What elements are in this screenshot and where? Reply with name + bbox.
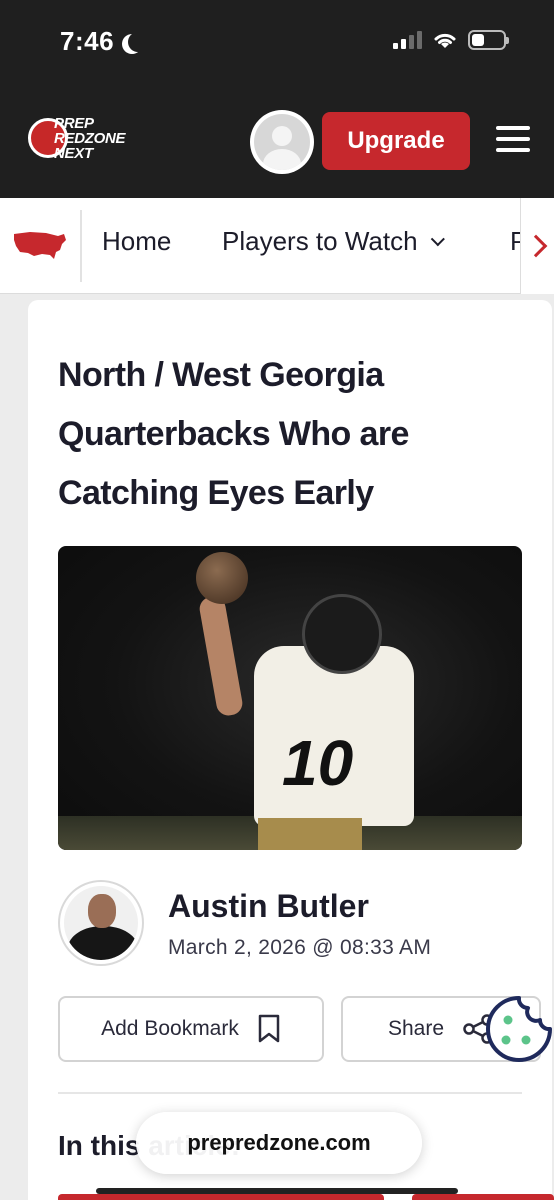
article-card: North / West Georgia Quarterbacks Who ar…: [28, 300, 552, 1200]
logo-line-prep: PREP: [54, 115, 94, 132]
category-nav: Home Players to Watch P: [0, 198, 554, 294]
logo-line-redzone: REDZONE: [54, 130, 126, 147]
football-image: [196, 552, 248, 604]
nav-item-home[interactable]: Home: [102, 226, 171, 257]
bookmark-icon: [258, 1014, 280, 1043]
site-header: PREP REDZONE NEXT Upgrade: [0, 88, 554, 198]
jersey-number: 10: [282, 727, 354, 799]
user-silhouette-icon: [254, 114, 310, 170]
publish-date: March 2, 2026 @ 08:33 AM: [168, 936, 432, 959]
nav-divider: [80, 210, 82, 282]
add-bookmark-button[interactable]: Add Bookmark: [58, 996, 324, 1062]
status-time: 7:46: [60, 26, 138, 57]
wifi-icon: [434, 33, 456, 48]
divider: [58, 1092, 522, 1094]
bookmark-label: Add Bookmark: [101, 1017, 239, 1040]
bottom-red-bar-right: [412, 1194, 554, 1200]
hamburger-menu-icon[interactable]: [496, 122, 530, 156]
chevron-right-icon: [524, 234, 547, 258]
nav-scroll-right-button[interactable]: [520, 198, 554, 294]
cookie-settings-icon[interactable]: [484, 994, 554, 1064]
moon-icon: [128, 32, 148, 52]
article-title: North / West Georgia Quarterbacks Who ar…: [58, 356, 409, 512]
nav-item-label: Players to Watch: [222, 226, 418, 256]
chevron-down-icon: [430, 231, 445, 246]
home-indicator[interactable]: [96, 1188, 458, 1194]
status-icons: [393, 30, 509, 50]
bottom-red-bar: [58, 1194, 384, 1200]
nav-item-players-to-watch[interactable]: Players to Watch: [222, 226, 445, 257]
battery-icon: [468, 30, 509, 50]
signal-icon: [393, 31, 422, 49]
article-hero-image[interactable]: 10: [58, 546, 522, 850]
author-name[interactable]: Austin Butler: [168, 888, 369, 925]
upgrade-button[interactable]: Upgrade: [322, 112, 470, 170]
brand-logo[interactable]: PREP REDZONE NEXT: [28, 110, 146, 172]
usa-map-icon[interactable]: [12, 228, 68, 262]
browser-url-pill[interactable]: prepredzone.com: [136, 1112, 422, 1174]
share-label: Share: [387, 1017, 445, 1040]
status-bar: 7:46: [0, 0, 554, 88]
logo-text: PREP REDZONE NEXT: [54, 115, 126, 162]
user-avatar-button[interactable]: [250, 110, 314, 174]
logo-line-next: NEXT: [54, 145, 93, 162]
author-avatar[interactable]: [58, 880, 144, 966]
clock: 7:46: [60, 26, 115, 56]
